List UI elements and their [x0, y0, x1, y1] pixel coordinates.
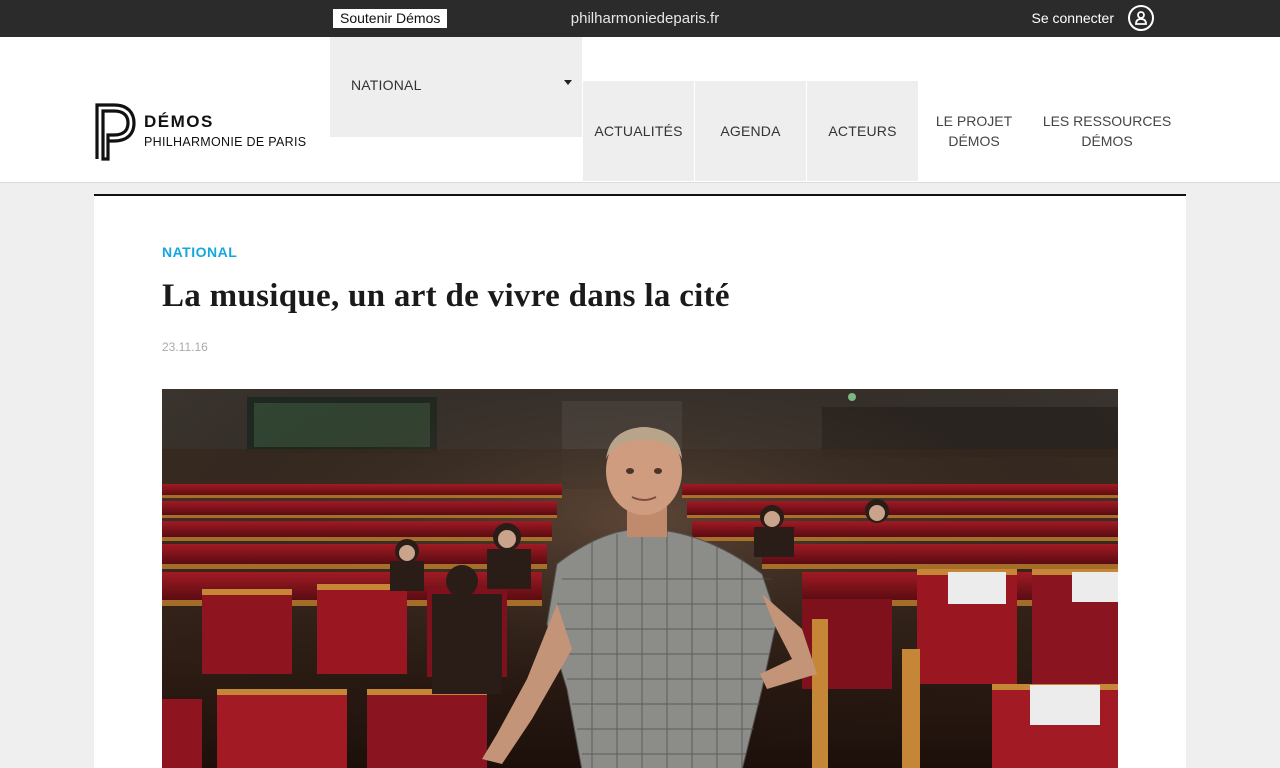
logo-name: DÉMOS — [144, 112, 214, 131]
caret-down-icon — [564, 80, 572, 85]
nav-item-actualites[interactable]: ACTUALITÉS — [583, 81, 694, 181]
nav-item-agenda[interactable]: AGENDA — [695, 81, 806, 181]
article-category[interactable]: NATIONAL — [162, 244, 237, 260]
nav-item-projet-demos[interactable]: LE PROJET DÉMOS — [925, 81, 1023, 181]
region-dropdown[interactable]: NATIONAL — [330, 37, 582, 137]
demos-logo[interactable]: DÉMOS PHILHARMONIE DE PARIS — [94, 101, 306, 161]
user-icon — [1128, 5, 1154, 31]
article-hero-photo — [162, 389, 1118, 768]
support-demos-button[interactable]: Soutenir Démos — [333, 9, 448, 28]
login-link[interactable]: Se connecter — [1031, 5, 1154, 31]
login-label: Se connecter — [1031, 10, 1115, 26]
logo-subtitle: PHILHARMONIE DE PARIS — [144, 135, 307, 149]
article-date: 23.11.16 — [162, 340, 208, 354]
philharmonie-site-link[interactable]: philharmoniedeparis.fr — [561, 10, 719, 27]
nav-item-ressources-demos[interactable]: LES RESSOURCES DÉMOS — [1040, 81, 1174, 181]
region-dropdown-label: NATIONAL — [351, 77, 422, 93]
article-card: NATIONAL La musique, un art de vivre dan… — [94, 194, 1186, 768]
article-title: La musique, un art de vivre dans la cité — [162, 278, 730, 314]
demos-logo-mark — [95, 103, 136, 161]
top-bar: Soutenir Démos philharmoniedeparis.fr Se… — [0, 0, 1280, 37]
site-header: DÉMOS PHILHARMONIE DE PARIS NATIONAL ACT… — [0, 37, 1280, 183]
nav-item-acteurs[interactable]: ACTEURS — [807, 81, 918, 181]
